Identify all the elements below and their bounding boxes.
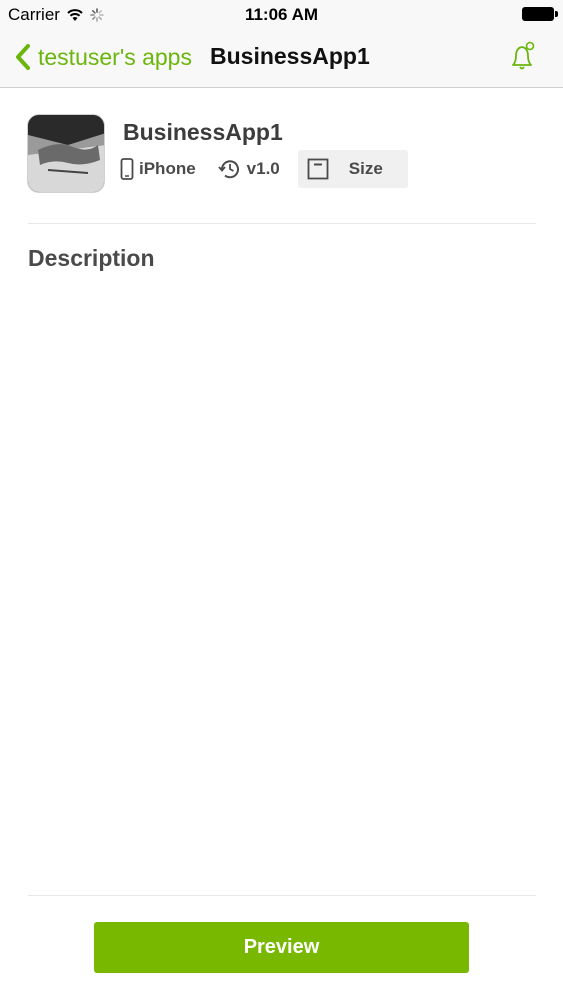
status-time: 11:06 AM [244, 5, 319, 24]
battery-icon [522, 7, 558, 21]
app-meta-row: iPhone v1.0 Size [120, 150, 408, 188]
nav-title: BusinessApp1 [210, 43, 370, 69]
chevron-left-icon [16, 44, 30, 70]
header-divider [28, 223, 536, 224]
size-label: Size [348, 159, 383, 178]
footer-divider [28, 895, 536, 896]
back-button[interactable]: testuser's apps [14, 42, 192, 72]
version-info: v1.0 [217, 158, 280, 180]
phone-icon [120, 158, 134, 180]
preview-button[interactable]: Preview [94, 922, 469, 973]
history-icon [217, 160, 239, 179]
size-info: Size [297, 150, 408, 188]
back-button-label: testuser's apps [38, 43, 192, 70]
version-label: v1.0 [246, 159, 280, 178]
description-title: Description [28, 245, 155, 271]
handshake-image [28, 115, 104, 192]
bell-icon[interactable] [508, 40, 538, 74]
navigation-bar: testuser's apps BusinessApp1 [0, 30, 563, 88]
device-label: iPhone [139, 159, 196, 178]
app-icon-image [27, 114, 105, 193]
file-size-icon [307, 158, 329, 180]
device-info: iPhone [120, 158, 196, 180]
app-name: BusinessApp1 [123, 119, 283, 145]
app-detail-screen: Carrier 11:06 AM testuser's apps Busines… [0, 0, 563, 1000]
status-bar: Carrier 11:06 AM [0, 0, 563, 30]
status-right [522, 7, 558, 21]
